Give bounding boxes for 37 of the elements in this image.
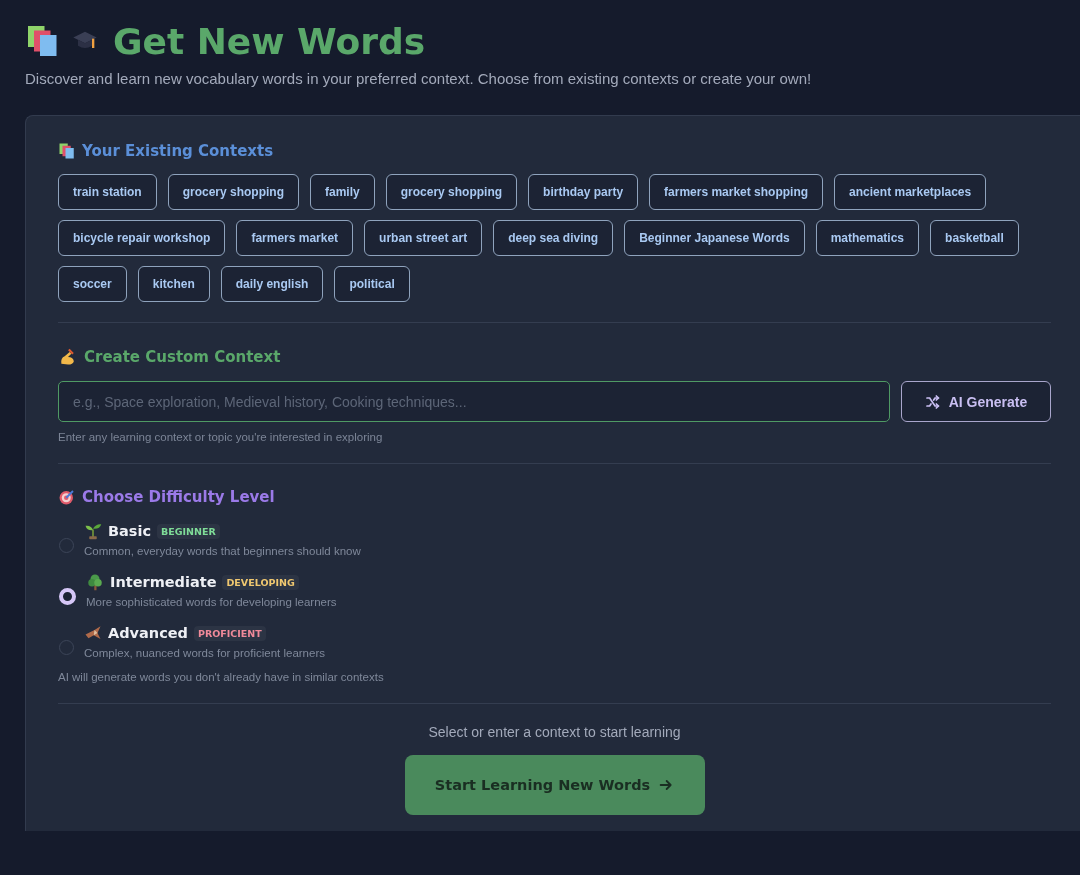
level-description: More sophisticated words for developing learners xyxy=(86,596,337,608)
section-heading: Your Existing Contexts xyxy=(82,142,274,160)
context-chip[interactable]: urban street art xyxy=(364,220,483,256)
context-chip[interactable]: daily english xyxy=(220,266,324,302)
context-chip[interactable]: grocery shopping xyxy=(385,174,518,210)
level-description: Complex, nuanced words for proficient learners xyxy=(84,647,325,659)
context-chip[interactable]: mathematics xyxy=(815,220,920,256)
context-chip[interactable]: ancient marketplaces xyxy=(834,174,987,210)
level-badge: BEGINNER xyxy=(157,523,220,539)
level-badge: DEVELOPING xyxy=(222,574,299,590)
context-chip[interactable]: birthday party xyxy=(528,174,639,210)
context-chip[interactable]: Beginner Japanese Words xyxy=(624,220,805,256)
context-input-field[interactable]: e.g., Space exploration, Medieval history, Cooking techniques... xyxy=(58,381,890,422)
context-chip[interactable]: train station xyxy=(58,174,157,210)
context-chip[interactable]: basketball xyxy=(930,220,1019,256)
ai-note: AI will generate words you don't already have in similar contexts xyxy=(58,671,385,683)
context-chip[interactable]: political xyxy=(334,266,410,302)
level-description: Common, everyday words that beginners should know xyxy=(84,545,361,557)
section-heading: Create Custom Context xyxy=(84,348,281,366)
section-heading: Choose Difficulty Level xyxy=(82,488,275,506)
page-title: Get New Words xyxy=(113,20,426,62)
context-chip[interactable]: grocery shopping xyxy=(167,174,299,210)
context-chip[interactable]: family xyxy=(310,174,375,210)
context-chip[interactable]: deep sea diving xyxy=(493,220,614,256)
context-chip[interactable]: kitchen xyxy=(137,266,210,302)
level-name: Basic xyxy=(108,523,152,539)
page-subtitle: Discover and learn new vocabulary words in your preferred context. Choose from existing contexts or create your own! xyxy=(25,70,813,87)
context-chip[interactable]: farmers market shopping xyxy=(649,174,824,210)
context-chip[interactable]: soccer xyxy=(58,266,127,302)
ai-generate-button[interactable]: AI Generate xyxy=(901,381,1051,422)
input-hint: Enter any learning context or topic you're interested in exploring xyxy=(58,431,384,443)
context-chip[interactable]: bicycle repair workshop xyxy=(58,220,226,256)
level-name: Intermediate xyxy=(110,574,217,590)
status-text: Select or enter a context to start learning xyxy=(428,724,681,740)
level-name: Advanced xyxy=(108,625,188,641)
level-badge: PROFICIENT xyxy=(194,625,266,641)
context-chip[interactable]: farmers market xyxy=(236,220,354,256)
